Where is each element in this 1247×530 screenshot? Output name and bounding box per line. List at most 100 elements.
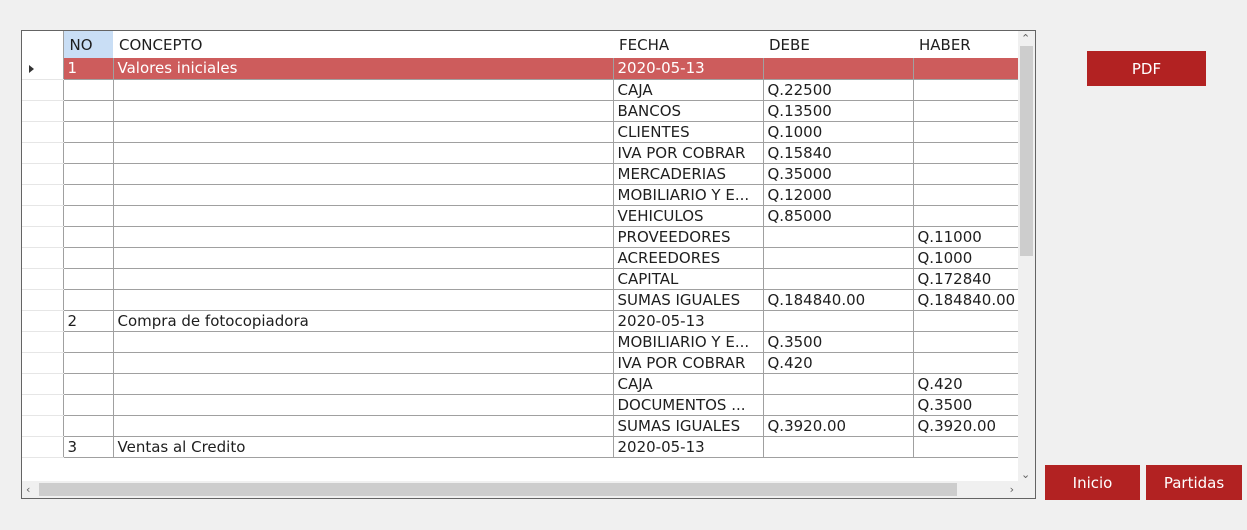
cell-fecha[interactable]: 2020-05-13 <box>613 58 764 80</box>
cell-haber[interactable]: Q.172840 <box>913 268 1024 290</box>
cell-debe[interactable] <box>763 268 914 290</box>
cell-haber[interactable]: Q.184840.00 <box>913 289 1024 311</box>
cell-haber[interactable] <box>913 352 1024 374</box>
row-header[interactable] <box>22 205 64 227</box>
cell-debe[interactable] <box>763 226 914 248</box>
cell-no[interactable] <box>63 247 114 269</box>
scroll-down-icon[interactable]: ⌄ <box>1021 468 1030 481</box>
cell-no[interactable] <box>63 268 114 290</box>
cell-no[interactable] <box>63 205 114 227</box>
cell-fecha[interactable]: CAJA <box>613 373 764 395</box>
cell-fecha[interactable]: SUMAS IGUALES <box>613 415 764 437</box>
table-row[interactable]: SUMAS IGUALES Q.3920.00 Q.3920.00 <box>22 415 1024 437</box>
cell-haber[interactable] <box>913 184 1024 206</box>
row-header[interactable] <box>22 415 64 437</box>
table-row[interactable]: 1 Valores iniciales 2020-05-13 <box>22 58 1024 80</box>
cell-debe[interactable]: Q.3920.00 <box>763 415 914 437</box>
row-header[interactable] <box>22 184 64 206</box>
cell-haber[interactable] <box>913 205 1024 227</box>
cell-concepto[interactable] <box>113 352 614 374</box>
cell-debe[interactable] <box>763 58 914 80</box>
cell-debe[interactable]: Q.184840.00 <box>763 289 914 311</box>
cell-concepto[interactable] <box>113 226 614 248</box>
vertical-scrollbar[interactable]: ⌃ ⌄ <box>1018 31 1035 482</box>
table-row[interactable]: MERCADERIAS Q.35000 <box>22 163 1024 185</box>
cell-haber[interactable] <box>913 163 1024 185</box>
cell-debe[interactable] <box>763 310 914 332</box>
table-row[interactable]: PROVEEDORES Q.11000 <box>22 226 1024 248</box>
cell-no[interactable] <box>63 373 114 395</box>
row-header[interactable] <box>22 268 64 290</box>
cell-concepto[interactable] <box>113 184 614 206</box>
cell-concepto[interactable] <box>113 142 614 164</box>
cell-fecha[interactable]: VEHICULOS <box>613 205 764 227</box>
cell-haber[interactable] <box>913 79 1024 101</box>
cell-concepto[interactable] <box>113 247 614 269</box>
pdf-button[interactable]: PDF <box>1087 51 1206 86</box>
journal-data-grid[interactable]: NO CONCEPTO FECHA DEBE HABER 1 Valores in… <box>21 30 1036 499</box>
cell-concepto[interactable] <box>113 331 614 353</box>
row-header[interactable] <box>22 79 64 101</box>
scroll-left-icon[interactable]: ‹ <box>26 483 30 496</box>
cell-concepto[interactable] <box>113 100 614 122</box>
table-row[interactable]: CLIENTES Q.1000 <box>22 121 1024 143</box>
table-row[interactable]: IVA POR COBRAR Q.15840 <box>22 142 1024 164</box>
cell-concepto[interactable] <box>113 394 614 416</box>
horizontal-scrollbar[interactable]: ‹ › <box>22 481 1018 498</box>
table-row[interactable]: MOBILIARIO Y E... Q.12000 <box>22 184 1024 206</box>
cell-fecha[interactable]: ACREEDORES <box>613 247 764 269</box>
column-header-no[interactable]: NO <box>63 31 113 58</box>
cell-debe[interactable] <box>763 373 914 395</box>
cell-debe[interactable]: Q.3500 <box>763 331 914 353</box>
row-header[interactable] <box>22 226 64 248</box>
cell-haber[interactable]: Q.3500 <box>913 394 1024 416</box>
inicio-button[interactable]: Inicio <box>1045 465 1140 500</box>
cell-no[interactable]: 2 <box>63 310 114 332</box>
row-header[interactable] <box>22 247 64 269</box>
cell-debe[interactable] <box>763 436 914 458</box>
cell-no[interactable] <box>63 184 114 206</box>
cell-no[interactable] <box>63 79 114 101</box>
cell-fecha[interactable]: SUMAS IGUALES <box>613 289 764 311</box>
cell-debe[interactable]: Q.13500 <box>763 100 914 122</box>
cell-haber[interactable] <box>913 436 1024 458</box>
cell-fecha[interactable]: MOBILIARIO Y E... <box>613 184 764 206</box>
cell-concepto[interactable] <box>113 79 614 101</box>
table-row[interactable]: ACREEDORES Q.1000 <box>22 247 1024 269</box>
cell-fecha[interactable]: BANCOS <box>613 100 764 122</box>
cell-fecha[interactable]: 2020-05-13 <box>613 310 764 332</box>
row-header[interactable] <box>22 163 64 185</box>
cell-no[interactable] <box>63 163 114 185</box>
table-row[interactable]: CAJA Q.22500 <box>22 79 1024 101</box>
row-header[interactable] <box>22 394 64 416</box>
cell-concepto[interactable]: Valores iniciales <box>113 58 614 80</box>
cell-haber[interactable] <box>913 142 1024 164</box>
row-header[interactable] <box>22 436 64 458</box>
cell-fecha[interactable]: IVA POR COBRAR <box>613 352 764 374</box>
cell-haber[interactable]: Q.1000 <box>913 247 1024 269</box>
cell-concepto[interactable] <box>113 121 614 143</box>
table-row[interactable]: 2 Compra de fotocopiadora 2020-05-13 <box>22 310 1024 332</box>
row-header-corner[interactable] <box>22 31 64 58</box>
cell-fecha[interactable]: PROVEEDORES <box>613 226 764 248</box>
horizontal-scroll-thumb[interactable] <box>39 483 957 496</box>
cell-debe[interactable]: Q.15840 <box>763 142 914 164</box>
table-row[interactable]: SUMAS IGUALES Q.184840.00 Q.184840.00 <box>22 289 1024 311</box>
cell-concepto[interactable]: Compra de fotocopiadora <box>113 310 614 332</box>
table-row[interactable]: VEHICULOS Q.85000 <box>22 205 1024 227</box>
cell-haber[interactable] <box>913 58 1024 80</box>
cell-no[interactable] <box>63 352 114 374</box>
cell-haber[interactable]: Q.420 <box>913 373 1024 395</box>
column-header-concepto[interactable]: CONCEPTO <box>113 31 613 58</box>
cell-debe[interactable]: Q.22500 <box>763 79 914 101</box>
cell-fecha[interactable]: CAJA <box>613 79 764 101</box>
cell-no[interactable]: 3 <box>63 436 114 458</box>
partidas-button[interactable]: Partidas <box>1146 465 1242 500</box>
row-header[interactable] <box>22 142 64 164</box>
cell-fecha[interactable]: CLIENTES <box>613 121 764 143</box>
cell-concepto[interactable] <box>113 205 614 227</box>
cell-no[interactable] <box>63 331 114 353</box>
cell-no[interactable]: 1 <box>63 58 114 80</box>
cell-haber[interactable] <box>913 331 1024 353</box>
cell-no[interactable] <box>63 142 114 164</box>
